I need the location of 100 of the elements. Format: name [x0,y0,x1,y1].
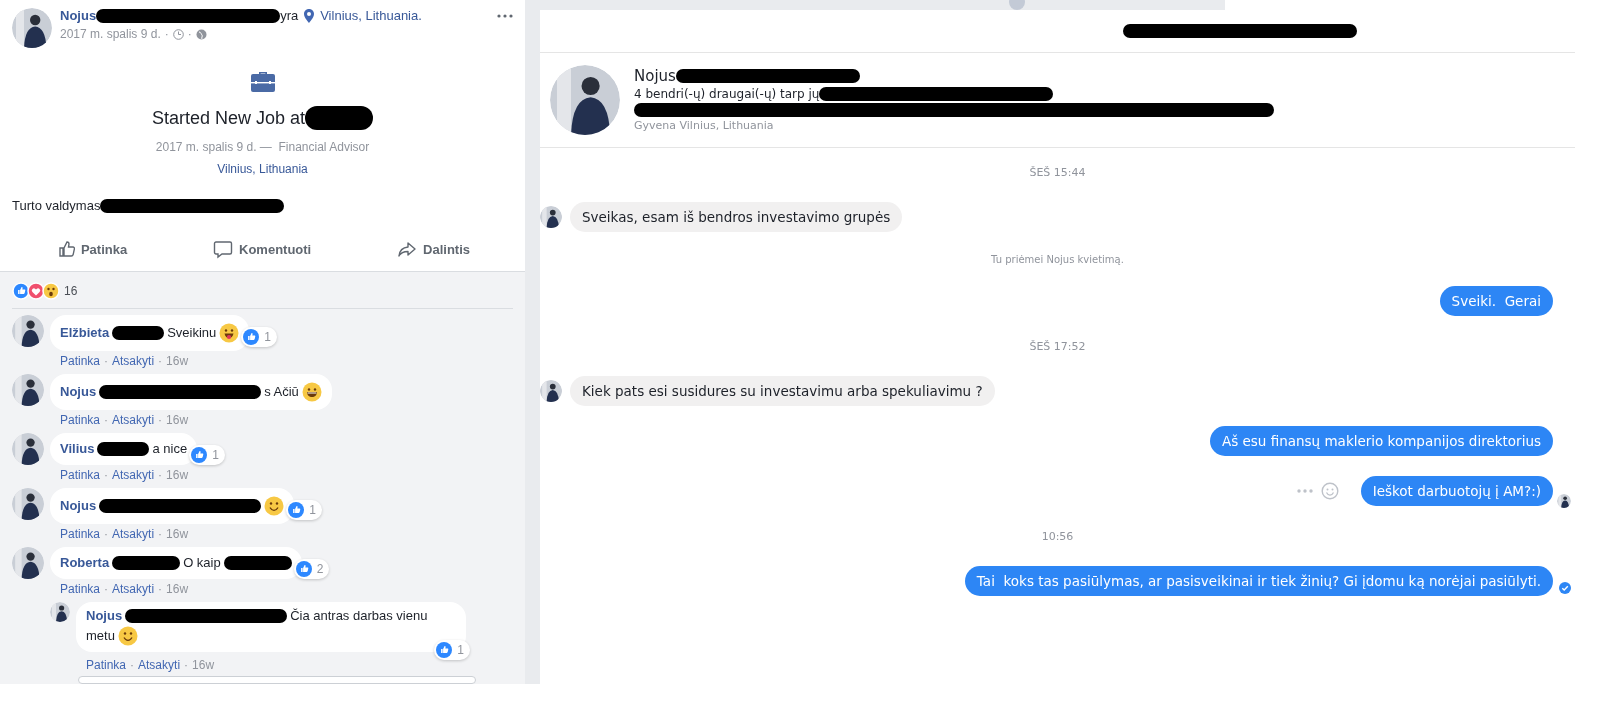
redaction-mark [112,326,165,340]
separator-dot: · [104,413,109,427]
heart-reaction-icon [27,282,45,300]
separator-dot: · [158,468,163,482]
more-icon[interactable] [1296,489,1313,493]
separator-dot: · [158,527,163,541]
avatar-icon [12,315,44,347]
speech-bubble-icon [213,239,233,259]
avatar-icon [12,374,44,406]
timestamp[interactable]: 16w [166,527,189,541]
avatar-icon [540,206,562,228]
timestamp: ŠEŠ 17:52 [1029,339,1086,353]
like-count[interactable]: 1 [241,327,277,347]
like-count[interactable]: 1 [434,640,470,660]
action-link[interactable]: Atsakyti [112,527,155,541]
separator-dot: · [158,582,163,596]
timestamp[interactable]: 16w [166,468,189,482]
separator-dot: · [130,658,135,672]
avatar-icon [50,602,70,622]
author-name[interactable]: Vilius [60,441,95,457]
action-link[interactable]: Patinka [60,413,101,427]
action-link[interactable]: Atsakyti [112,468,155,482]
separator-dot: · [158,354,163,368]
text: a nice [152,441,188,457]
separator-dot: · [187,27,192,41]
redaction-mark [97,442,150,456]
like-reaction-icon [295,561,312,577]
timestamp[interactable]: 16w [166,582,189,596]
avatar-icon [12,433,44,465]
author-name[interactable]: Nojus [60,498,97,514]
message-bubble: Ieškot darbuotojų į AM?:) [1360,476,1553,506]
separator-dot: · [158,413,163,427]
action-link[interactable]: Atsakyti [138,658,181,672]
author-name[interactable]: Roberta [60,555,110,571]
message-bubble: Aš esu finansų maklerio kompanijos direktorius [1209,426,1553,456]
emoji-icon [219,323,240,343]
text: Turto valdymas [12,198,101,213]
location-link[interactable]: Vilnius, Lithuania. [320,8,422,23]
message-bubble: Tai koks tas pasiūlymas, ar pasisveikinai ir tiek žinių? Gi įdomu ką norėjai pasiūlyti. [964,566,1553,596]
separator-dot: · [104,527,109,541]
action-link[interactable]: Patinka [60,468,101,482]
like-count[interactable]: 2 [293,559,330,579]
avatar-icon [12,547,44,579]
timestamp[interactable]: 16w [166,413,189,427]
avatar-icon [12,8,52,48]
redaction-mark [223,556,292,570]
share-arrow-icon [397,239,418,259]
avatar-icon [550,65,620,135]
share-button[interactable]: Dalintis [389,235,479,263]
wow-reaction-icon [42,282,60,300]
author-name[interactable]: Nojus [60,384,97,400]
emoji-icon [301,382,322,402]
like-reaction-icon [436,642,453,658]
author-name[interactable]: Nojus [86,608,123,624]
text: Started New Job at [151,107,306,129]
redaction-mark [305,106,374,130]
globe-icon [195,28,207,40]
separator-dot: · [104,468,109,482]
like-button[interactable]: Patinka [46,235,136,263]
text: O kaip [183,555,221,571]
like-reaction-icon [288,502,305,518]
event-details: 2017 m. spalis 9 d. — Financial Advisor [155,140,370,154]
reaction-count[interactable]: 16 [64,284,78,298]
location-pin-icon [303,8,316,23]
like-reaction-icon [191,447,208,463]
avatar-icon [12,488,44,520]
author-name[interactable]: Elžbieta [60,325,110,341]
timestamp[interactable]: 16w [192,658,215,672]
text: 4 bendri(-ų) draugai(-ų) tarp jų [634,87,820,101]
action-link[interactable]: Patinka [60,354,101,368]
text: s Ačiū [264,384,299,400]
avatar-icon [540,380,562,402]
profile-location: Gyvena Vilnius, Lithuania [634,119,775,132]
separator-dot: · [184,658,189,672]
emoji-icon [264,496,285,516]
like-reaction-icon [243,329,260,345]
briefcase-icon [250,70,275,92]
action-link[interactable]: Atsakyti [112,582,155,596]
action-link[interactable]: Atsakyti [112,354,155,368]
timestamp[interactable]: 2017 m. spalis 9 d. [60,27,161,41]
text: yra [280,8,299,23]
action-link[interactable]: Atsakyti [112,413,155,427]
text: Sveikinu [167,325,217,341]
comment-button[interactable]: Komentuoti [205,235,320,263]
comment-field[interactable] [78,676,476,684]
location-link[interactable]: Vilnius, Lithuania [217,162,308,176]
action-link[interactable]: Patinka [60,582,101,596]
notice-text: Tu priėmei Nojus kvietimą. [991,253,1124,265]
menu-icon[interactable] [497,14,513,18]
action-link[interactable]: Patinka [60,527,101,541]
timestamp[interactable]: 16w [166,354,189,368]
text: Čia antras darbas vienu [290,608,428,624]
emoji-icon [117,626,138,646]
like-count[interactable]: 1 [189,445,225,465]
author-name[interactable]: Nojus [60,8,97,23]
action-link[interactable]: Patinka [86,658,127,672]
smiley-icon[interactable] [1320,482,1339,500]
like-reaction-icon [12,282,30,300]
like-count[interactable]: 1 [286,500,322,520]
text: metu [86,628,115,644]
